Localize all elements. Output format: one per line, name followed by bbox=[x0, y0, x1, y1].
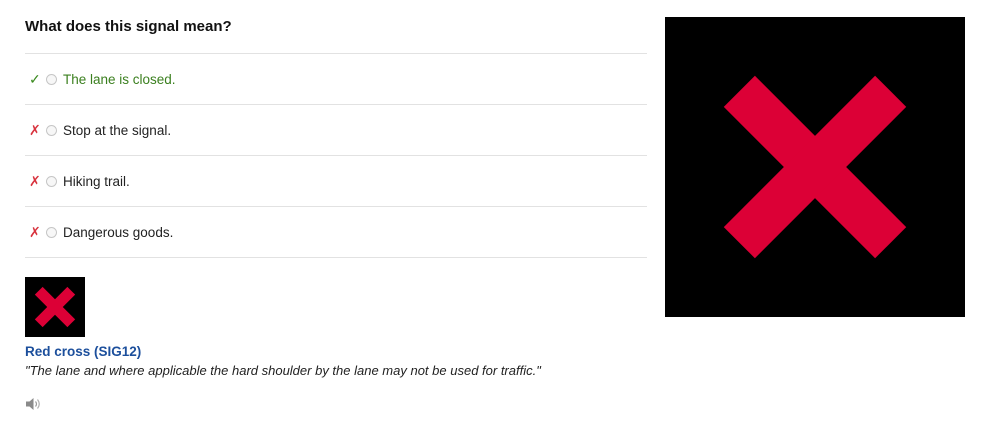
wrong-cross-icon: ✗ bbox=[29, 122, 41, 138]
answer-list: ✓ The lane is closed. ✗ Stop at the sign… bbox=[25, 54, 647, 258]
signal-image bbox=[665, 17, 965, 317]
red-cross-signal-icon bbox=[25, 277, 85, 337]
radio-button[interactable] bbox=[46, 175, 57, 187]
answer-option-2[interactable]: ✗ Stop at the signal. bbox=[25, 105, 647, 156]
radio-button[interactable] bbox=[46, 226, 57, 238]
wrong-cross-icon: ✗ bbox=[29, 173, 41, 189]
sign-description: "The lane and where applicable the hard … bbox=[25, 363, 541, 378]
correct-check-icon: ✓ bbox=[29, 71, 41, 87]
answer-label: Hiking trail. bbox=[63, 173, 130, 189]
answer-option-3[interactable]: ✗ Hiking trail. bbox=[25, 156, 647, 207]
answer-label: Stop at the signal. bbox=[63, 122, 172, 138]
answer-label: The lane is closed. bbox=[63, 71, 176, 87]
radio-button[interactable] bbox=[46, 73, 57, 85]
speaker-icon[interactable] bbox=[25, 396, 43, 412]
question-panel: What does this signal mean? ✓ The lane i… bbox=[25, 0, 647, 410]
question-title: What does this signal mean? bbox=[25, 18, 647, 54]
answer-label: Dangerous goods. bbox=[63, 224, 174, 240]
answer-option-4[interactable]: ✗ Dangerous goods. bbox=[25, 207, 647, 258]
sign-name: Red cross (SIG12) bbox=[25, 344, 142, 359]
wrong-cross-icon: ✗ bbox=[29, 224, 41, 240]
red-cross-signal-icon bbox=[723, 75, 907, 259]
answer-option-1[interactable]: ✓ The lane is closed. bbox=[25, 54, 647, 105]
radio-button[interactable] bbox=[46, 124, 57, 136]
